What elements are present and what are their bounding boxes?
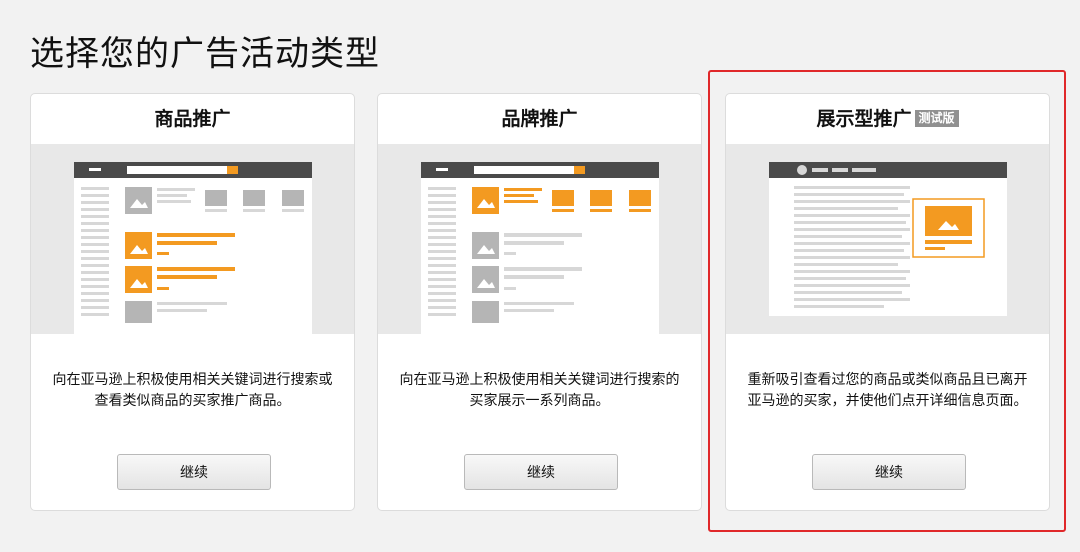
continue-button[interactable]: 继续 [464, 454, 618, 490]
continue-button[interactable]: 继续 [812, 454, 966, 490]
card-description: 重新吸引查看过您的商品或类似商品且已离开亚马逊的买家，并使他们点开详细信息页面。 [747, 372, 1028, 409]
card-description: 向在亚马逊上积极使用相关关键词进行搜索的买家展示一系列商品。 [399, 372, 680, 409]
card-title: 品牌推广 [378, 94, 701, 144]
card-sponsored-brands[interactable]: 品牌推广 向在亚马逊上积极使用相关关键词进行搜索的买家展示一系列商品。 继续 [377, 93, 702, 511]
card-title: 商品推广 [31, 94, 354, 144]
card-title-text: 展示型推广 [816, 108, 912, 130]
page-title: 选择您的广告活动类型 [30, 34, 380, 74]
sponsored-brands-illustration [421, 162, 659, 334]
sponsored-products-illustration [74, 162, 312, 334]
beta-badge: 测试版 [914, 110, 959, 127]
sponsored-display-illustration [769, 162, 1007, 316]
card-title: 展示型推广 测试版 [726, 94, 1049, 144]
card-sponsored-display[interactable]: 展示型推广 测试版 重新吸引查看过您的商品或类似商品且已离开亚马逊的买家，并使他… [725, 93, 1050, 511]
preview-illustration [726, 144, 1049, 334]
continue-button[interactable]: 继续 [117, 454, 271, 490]
card-description: 向在亚马逊上积极使用相关关键词进行搜索或查看类似商品的买家推广商品。 [52, 372, 333, 409]
preview-illustration [31, 144, 354, 334]
card-title-text: 商品推广 [154, 108, 231, 130]
preview-illustration [378, 144, 701, 334]
card-sponsored-products[interactable]: 商品推广 向在亚马逊上积极使用相关关键词进行搜索或查看类似商品的买家推广商品。 … [30, 93, 355, 511]
card-title-text: 品牌推广 [501, 108, 578, 130]
